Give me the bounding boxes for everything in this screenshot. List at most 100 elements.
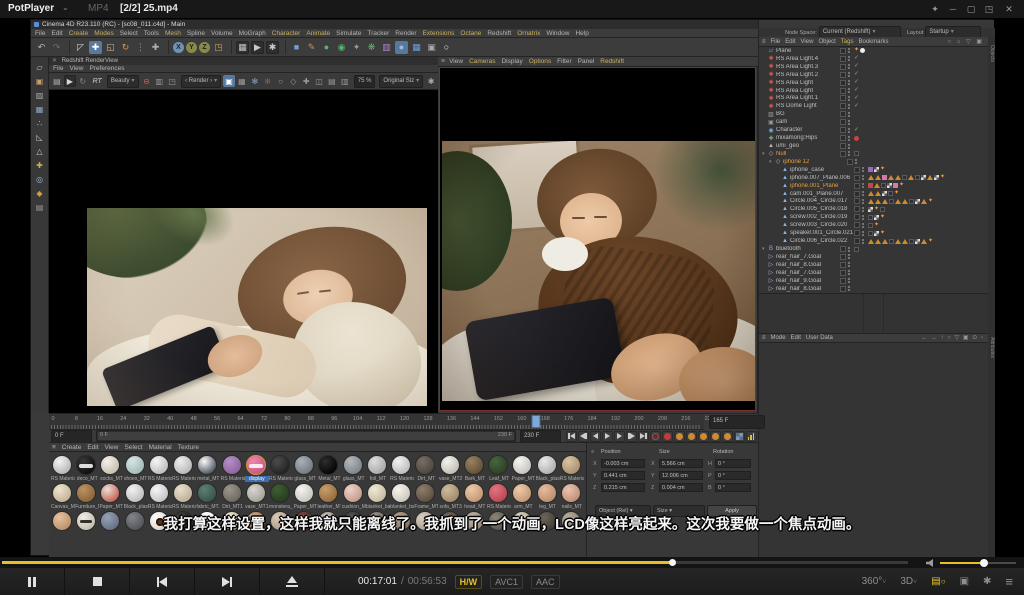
warning-tag-icon[interactable] [868, 199, 874, 204]
material-vase-mt2[interactable]: vase_MT2 [439, 454, 463, 482]
workplane-icon[interactable]: ▦ [34, 103, 46, 115]
material-tag-icon[interactable] [902, 175, 907, 180]
side-tab-attributes[interactable]: Attributes [989, 337, 995, 358]
menu-item-ornatrix[interactable]: Ornatrix [517, 30, 540, 37]
material-black-plasti[interactable]: Black_plasti [124, 482, 148, 510]
menu-item-window[interactable]: Window [546, 30, 569, 37]
add-generator-icon[interactable]: ● [320, 41, 333, 54]
menu-item-simulate[interactable]: Simulate [336, 30, 361, 37]
object-manager-list[interactable]: ▱Plane✦✺RS Area Light.4✓✺RS Area Light.3… [759, 47, 988, 293]
lock-x-icon[interactable]: X [173, 42, 184, 53]
material-tag-icon[interactable] [882, 175, 887, 180]
visibility-toggles[interactable] [840, 80, 851, 86]
menu-item-tools[interactable]: Tools [144, 30, 159, 37]
visibility-toggles[interactable] [854, 230, 865, 236]
rotation-p-field[interactable]: 0 ° [715, 471, 751, 480]
warning-tag-icon[interactable] [875, 175, 881, 180]
warning-tag-icon[interactable] [868, 175, 874, 180]
protection-tag-icon[interactable] [854, 136, 859, 141]
lock-resolution-icon[interactable]: ▣ [223, 75, 235, 87]
phong-tag-icon[interactable]: ✦ [880, 231, 885, 236]
visibility-toggles[interactable] [840, 286, 851, 292]
warning-tag-icon[interactable] [875, 191, 881, 196]
menu-item-file[interactable]: File [53, 65, 63, 72]
material-deco-mt[interactable]: deco_MT [75, 454, 99, 482]
material-rs-material[interactable]: RS Material [172, 454, 196, 482]
menu-item-panel[interactable]: Panel [578, 58, 595, 65]
material-tag-icon[interactable] [868, 183, 873, 188]
menu-item-animate[interactable]: Animate [306, 30, 330, 37]
keypos-button[interactable] [674, 431, 685, 442]
material-leather-mt[interactable]: leather_MT [317, 482, 341, 510]
material-blanket-bas[interactable]: blanket_bas [390, 482, 414, 510]
75-field[interactable]: 75 % [354, 75, 376, 88]
material-dirt-mt1[interactable]: Dirt_MT1 [221, 482, 245, 510]
visibility-toggles[interactable] [854, 167, 865, 173]
material-tag-icon[interactable] [880, 207, 885, 212]
fit-view-icon[interactable]: ◇ [287, 75, 299, 87]
warning-tag-icon[interactable] [921, 239, 927, 244]
prevframe-button[interactable] [590, 431, 601, 442]
side-tab-objects[interactable]: Objects [989, 45, 995, 62]
phong-tag-icon[interactable]: ✦ [940, 175, 945, 180]
check-tag-icon[interactable]: ✓ [854, 96, 859, 101]
menu-item-edit[interactable]: Edit [791, 335, 801, 341]
add-volume-icon[interactable]: ❋ [365, 41, 378, 54]
make-editable-icon[interactable]: ▱ [34, 61, 46, 73]
menu-item-mode[interactable]: Mode [771, 335, 786, 341]
material-furniture-n[interactable]: Furniture_N [75, 482, 99, 510]
snap-icon[interactable]: ◆ [34, 187, 46, 199]
previous-button[interactable] [130, 568, 195, 595]
visibility-toggles[interactable] [840, 127, 851, 133]
warning-tag-icon[interactable] [882, 199, 888, 204]
end-button[interactable] [638, 431, 649, 442]
add-tool-icon[interactable]: ✚ [149, 41, 162, 54]
menu-item-character[interactable]: Character [272, 30, 301, 37]
add-deformer-icon[interactable]: ◉ [335, 41, 348, 54]
visibility-toggles[interactable] [840, 103, 851, 109]
locked-workplane-icon[interactable]: ▤ [34, 201, 46, 213]
material-rs-material[interactable]: RS Material [148, 454, 172, 482]
menu-item-display[interactable]: Display [501, 58, 522, 65]
pause-button[interactable] [0, 568, 65, 595]
menu-item-tracker[interactable]: Tracker [367, 30, 389, 37]
phong-tag-icon[interactable]: ✦ [880, 167, 885, 172]
snapshot-icon[interactable]: ▥ [153, 75, 165, 87]
object-row-iphone-12[interactable]: ▾◇iphone 12 [759, 158, 988, 166]
visibility-toggles[interactable] [840, 278, 851, 284]
object-row-circle-005-circle-018[interactable]: ▲Circle.005_Circle.018✦ [759, 205, 988, 213]
phong-tag-icon[interactable]: ✦ [928, 239, 933, 244]
redo-icon[interactable]: ↷ [50, 41, 63, 54]
check-tag-icon[interactable]: ✓ [854, 72, 859, 77]
material-rs-material[interactable]: RS Material [487, 482, 511, 510]
material-rs-material[interactable]: RS Material [172, 482, 196, 510]
visibility-toggles[interactable] [847, 159, 858, 165]
play-button[interactable] [602, 431, 613, 442]
material-tag-icon[interactable] [909, 199, 914, 204]
menu-item-object[interactable]: Object [818, 39, 835, 45]
object-row-rear-hair-7-goal[interactable]: ▷rear_hair_7.Goal [759, 253, 988, 261]
visibility-toggles[interactable] [840, 143, 851, 149]
next-button[interactable] [195, 568, 260, 595]
menu-item-mograph[interactable]: MoGraph [239, 30, 266, 37]
keyrot-button[interactable] [698, 431, 709, 442]
material-rs-material[interactable]: RS Material [148, 482, 172, 510]
hw-decode-badge[interactable]: H/W [455, 575, 483, 589]
object-row-iphone-001-plane[interactable]: ▲iphone.001_Plane✦ [759, 182, 988, 190]
warning-tag-icon[interactable] [882, 239, 888, 244]
visibility-toggles[interactable] [854, 238, 865, 244]
scene-browser-icon[interactable]: ▤○ [931, 576, 945, 587]
menu-item-select[interactable]: Select [125, 444, 143, 451]
material-paper-mt[interactable]: Paper_MT [293, 482, 317, 510]
texture-mode-icon[interactable]: ▨ [34, 89, 46, 101]
viewport-solo-icon[interactable]: ◎ [34, 173, 46, 185]
material-dirt-mt[interactable]: Dirt_MT [414, 454, 438, 482]
viewport-burger-icon[interactable]: ≡ [441, 58, 445, 65]
phong-tag-icon[interactable]: ✦ [874, 207, 879, 212]
visibility-toggles[interactable] [854, 214, 865, 220]
material-rs-material[interactable]: RS Material [560, 454, 584, 482]
renderview-close-icon[interactable]: ✕ [52, 58, 57, 64]
chevron-down-icon[interactable]: ⌄ [62, 3, 69, 12]
uv-tag-icon[interactable] [874, 231, 879, 236]
object-row-character[interactable]: ◉Character✓ [759, 126, 988, 134]
